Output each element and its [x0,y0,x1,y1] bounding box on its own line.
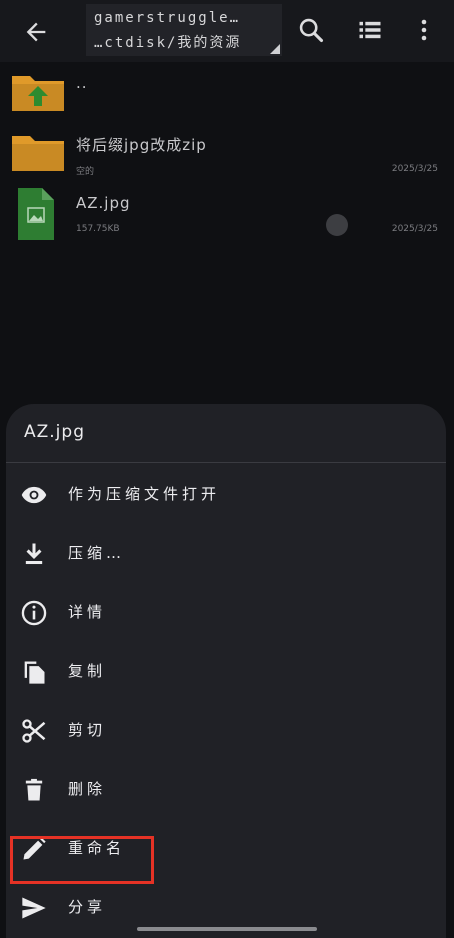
menu-item-delete[interactable]: 删除 [6,764,446,814]
search-icon[interactable] [297,16,325,44]
menu-label: 压缩… [68,544,126,562]
menu-item-copy[interactable]: 复制 [6,646,446,696]
file-name: AZ.jpg [76,194,131,212]
list-item-parent[interactable]: .. [0,70,454,128]
list-item-folder[interactable]: 将后缀jpg改成zip 空的 2025/3/25 [0,130,454,188]
path-line-1: gamerstruggle… [94,10,241,26]
file-size: 157.75KB [76,224,120,234]
top-app-bar: gamerstruggle… …ctdisk/我的资源 [0,0,454,62]
file-date: 2025/3/25 [391,164,438,174]
menu-label: 复制 [68,662,107,680]
folder-icon [12,136,64,171]
menu-label: 分享 [68,898,107,916]
menu-item-open-as-archive[interactable]: 作为压缩文件打开 [6,469,446,519]
menu-item-compress[interactable]: 压缩… [6,528,446,578]
file-date: 2025/3/25 [391,224,438,234]
info-icon [21,600,47,626]
folder-up-icon [12,76,64,111]
touch-indicator [326,214,348,236]
menu-label: 作为压缩文件打开 [68,485,221,503]
menu-item-details[interactable]: 详情 [6,587,446,637]
dropdown-corner-icon [270,44,280,54]
menu-label: 剪切 [68,721,107,739]
file-name: .. [76,74,88,92]
path-line-2: …ctdisk/我的资源 [94,35,242,51]
file-meta: 空的 [76,167,95,177]
list-view-icon[interactable] [356,16,384,44]
gesture-nav-bar[interactable] [137,927,317,931]
rename-highlight-box [10,836,154,884]
send-icon [22,897,46,919]
menu-item-cut[interactable]: 剪切 [6,705,446,755]
scissors-icon [22,719,46,743]
download-icon [25,543,43,565]
menu-label: 删除 [68,780,107,798]
list-item-file[interactable]: AZ.jpg 157.75KB 2025/3/25 [0,188,454,246]
path-selector[interactable]: gamerstruggle… …ctdisk/我的资源 [86,4,282,56]
image-file-icon [18,188,54,240]
back-arrow-icon[interactable] [22,18,50,46]
file-name: 将后缀jpg改成zip [76,136,207,154]
divider [6,462,446,463]
menu-item-share[interactable]: 分享 [6,882,446,932]
eye-icon [21,486,47,504]
menu-label: 详情 [68,603,107,621]
sheet-title: AZ.jpg [24,422,85,442]
trash-icon [25,778,43,801]
copy-icon [24,661,45,684]
more-vertical-icon[interactable] [414,16,434,44]
